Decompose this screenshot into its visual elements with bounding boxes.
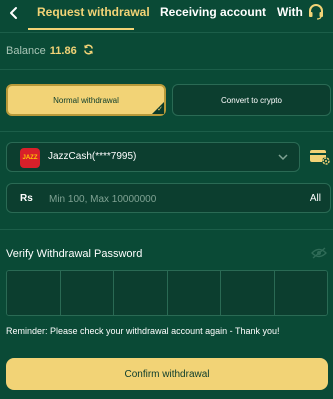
convert-to-crypto-label: Convert to crypto: [221, 95, 282, 105]
pin-cell[interactable]: [60, 271, 114, 315]
pin-cell[interactable]: [7, 271, 61, 315]
balance-amount: 11.86: [49, 45, 77, 57]
pin-cell[interactable]: [274, 271, 327, 315]
tab-withdrawal-history[interactable]: With: [277, 5, 303, 19]
pin-cell[interactable]: [221, 271, 275, 315]
tab-receiving-account[interactable]: Receiving account: [160, 5, 266, 19]
balance-label: Balance: [6, 45, 46, 57]
chevron-down-icon: [277, 150, 289, 162]
normal-withdrawal-label: Normal withdrawal: [53, 95, 119, 105]
amount-input[interactable]: [49, 190, 279, 208]
withdrawal-account-select[interactable]: JAZZ JazzCash(****7995): [6, 142, 300, 172]
selected-account-label: JazzCash(****7995): [48, 151, 137, 162]
customer-service-icon[interactable]: [307, 3, 325, 21]
jazzcash-logo-icon: JAZZ: [20, 148, 40, 168]
all-button[interactable]: All: [310, 193, 321, 204]
currency-label: Rs: [20, 193, 33, 204]
reminder-text: Reminder: Please check your withdrawal a…: [6, 326, 280, 336]
refresh-icon[interactable]: [80, 44, 94, 57]
balance-display: Balance 11.86: [6, 44, 94, 57]
divider: [0, 229, 333, 230]
top-tab-bar: Request withdrawal Receiving account Wit…: [0, 0, 333, 33]
verify-password-title: Verify Withdrawal Password: [6, 248, 143, 260]
back-arrow-icon[interactable]: [6, 5, 22, 21]
pin-cell[interactable]: [114, 271, 168, 315]
amount-field: Rs All: [6, 183, 331, 213]
eye-hidden-icon[interactable]: [311, 246, 327, 259]
convert-to-crypto-button[interactable]: Convert to crypto: [172, 84, 331, 116]
password-pin-input[interactable]: [6, 270, 328, 316]
normal-withdrawal-button[interactable]: Normal withdrawal ✓: [6, 84, 166, 116]
divider: [0, 131, 333, 132]
pin-cell[interactable]: [167, 271, 221, 315]
confirm-withdrawal-button[interactable]: Confirm withdrawal: [6, 358, 328, 390]
tab-request-withdrawal[interactable]: Request withdrawal: [37, 5, 150, 19]
divider: [0, 69, 333, 70]
checkmark-icon: ✓: [157, 106, 163, 113]
wallet-settings-icon[interactable]: [309, 147, 331, 167]
active-tab-indicator: [28, 28, 134, 30]
